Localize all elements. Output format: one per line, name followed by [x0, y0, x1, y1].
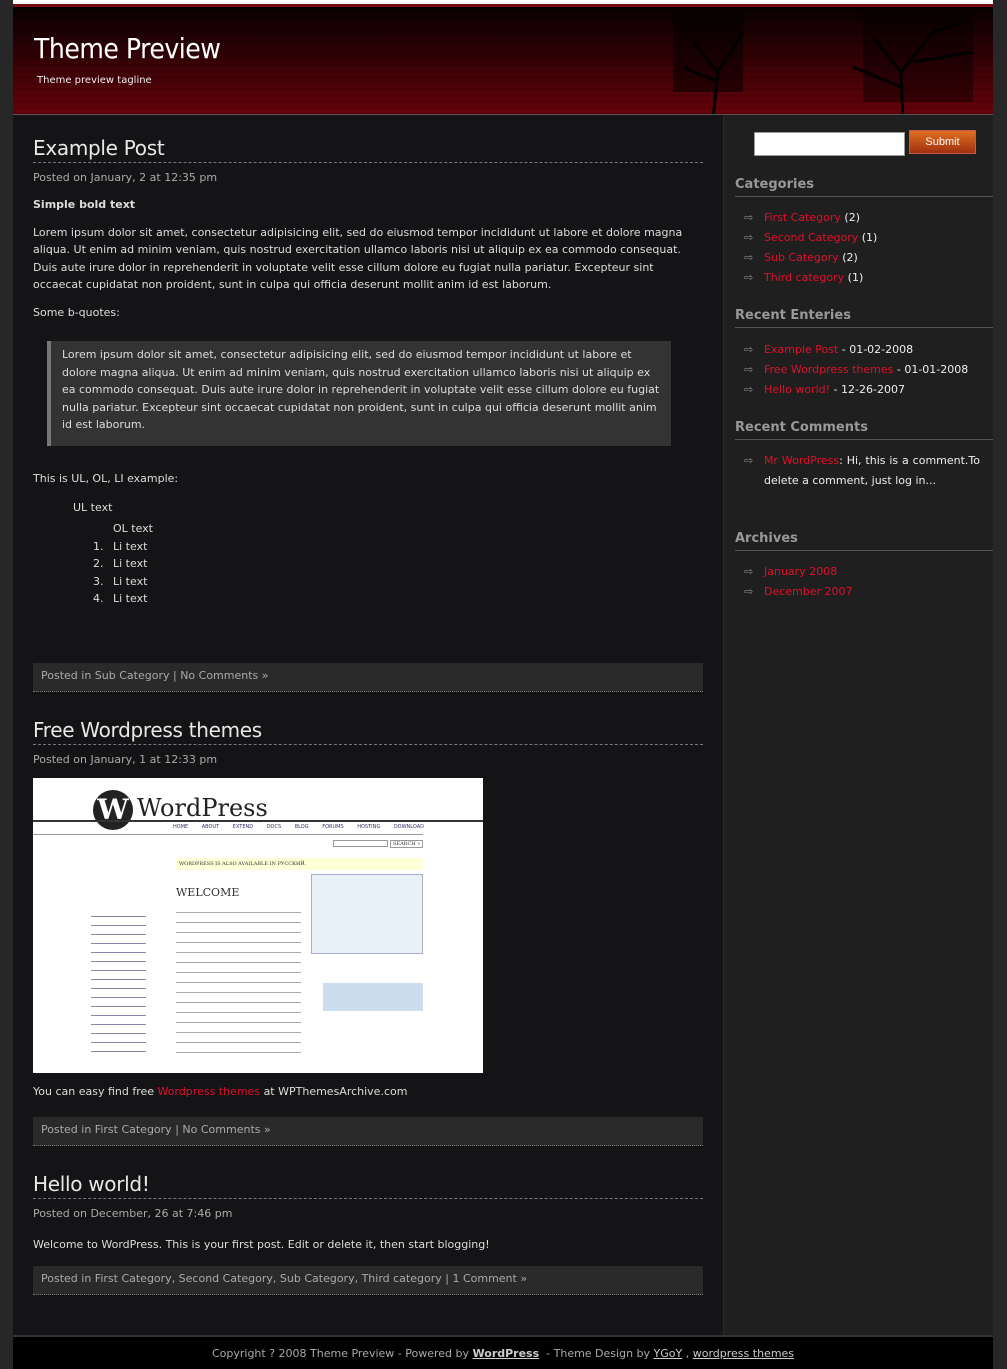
list-item: 1. Li text: [93, 539, 148, 553]
wordpress-screenshot-image: W WordPress HOME ABOUT EXTEND DOCS BLOG …: [33, 778, 483, 1073]
post-date: Posted on January, 2 at 12:35 pm: [33, 171, 218, 184]
post-free-themes: Free Wordpress themes Posted on January,…: [33, 718, 703, 1098]
comments-link[interactable]: No Comments »: [182, 1123, 270, 1136]
wordpress-logo-icon: W: [93, 790, 133, 830]
entry-link[interactable]: Free Wordpress themes: [764, 363, 893, 376]
bquote-intro: Some b-quotes:: [33, 305, 120, 319]
sidebar: Submit Categories First Category (2) Sec…: [723, 114, 993, 1335]
ul-text: UL text: [73, 501, 113, 514]
wordpress-link[interactable]: WordPress: [473, 1347, 540, 1360]
list-item: 4. Li text: [93, 592, 148, 605]
post-hello-world: Hello world! Posted on December, 26 at 7…: [33, 1172, 703, 1251]
ol-text: OL text: [113, 522, 153, 535]
list-item: December 2007: [744, 582, 980, 602]
comment-author-link[interactable]: Mr WordPress: [764, 454, 839, 467]
recent-comments-list: Mr WordPress: Hi, this is a comment.To d…: [744, 451, 980, 491]
post-meta: Posted in Sub Category | No Comments »: [33, 663, 703, 692]
archives-list: January 2008 December 2007: [744, 562, 980, 602]
screenshot-logo: WordPress: [137, 794, 268, 822]
post-paragraph: Lorem ipsum dolor sit amet, consectetur …: [33, 225, 683, 292]
widget-title-archives: Archives: [735, 531, 993, 551]
wordpress-themes-footer-link[interactable]: wordpress themes: [693, 1347, 794, 1360]
post-title[interactable]: Example Post: [33, 136, 703, 163]
category-link[interactable]: First Category: [95, 1123, 172, 1136]
category-link[interactable]: First Category, Second Category, Sub Cat…: [95, 1272, 442, 1285]
site-header: Theme Preview Theme preview tagline: [13, 0, 993, 114]
ygoy-link[interactable]: YGoY: [654, 1347, 683, 1360]
list-item: 3. Li text: [93, 574, 148, 588]
post-meta: Posted in First Category | No Comments »: [33, 1117, 703, 1146]
post-meta: Posted in First Category, Second Categor…: [33, 1266, 703, 1295]
wordpress-themes-link[interactable]: Wordpress themes: [158, 1085, 261, 1098]
screenshot-notice: WORDPRESS IS ALSO AVAILABLE IN РУССКИЙ.: [176, 858, 423, 870]
post-date: Posted on January, 1 at 12:33 pm: [33, 753, 218, 766]
list-item: First Category (2): [744, 208, 980, 228]
list-item: Free Wordpress themes - 01-01-2008: [744, 360, 980, 380]
list-item: Example Post - 01-02-2008: [744, 340, 980, 360]
widget-title-recent: Recent Enteries: [735, 308, 993, 328]
screenshot-welcome: WELCOME: [176, 886, 240, 899]
comments-link[interactable]: 1 Comment »: [452, 1272, 527, 1285]
widget-title-categories: Categories: [735, 177, 993, 197]
widget-title-comments: Recent Comments: [735, 420, 993, 440]
entry-link[interactable]: Hello world!: [764, 383, 830, 396]
post-date: Posted on December, 26 at 7:46 pm: [33, 1207, 233, 1220]
submit-button[interactable]: Submit: [909, 130, 976, 154]
list-item: Third category (1): [744, 268, 980, 288]
comments-link[interactable]: No Comments »: [180, 669, 268, 682]
category-link[interactable]: Sub Category: [764, 251, 839, 264]
post-paragraph: Welcome to WordPress. This is your first…: [33, 1238, 490, 1251]
category-link[interactable]: Third category: [764, 271, 844, 284]
post-paragraph: You can easy find free Wordpress themes …: [33, 1085, 408, 1098]
site-title[interactable]: Theme Preview: [34, 32, 221, 65]
post-title[interactable]: Free Wordpress themes: [33, 718, 703, 745]
footer: Copyright ? 2008 Theme Preview - Powered…: [13, 1335, 993, 1369]
page: Theme Preview Theme preview tagline Exam…: [13, 0, 993, 1369]
list-item: Sub Category (2): [744, 248, 980, 268]
content: Example Post Posted on January, 2 at 12:…: [13, 114, 723, 1335]
recent-entries-list: Example Post - 01-02-2008 Free Wordpress…: [744, 340, 980, 400]
archive-link[interactable]: January 2008: [764, 565, 837, 578]
entry-link[interactable]: Example Post: [764, 343, 838, 356]
blockquote: Lorem ipsum dolor sit amet, consectetur …: [47, 341, 671, 446]
ordered-list: OL text 1. Li text 2. Li text 3. Li text 4.…: [93, 520, 703, 608]
list-item: January 2008: [744, 562, 980, 582]
list-item: Hello world! - 12-26-2007: [744, 380, 980, 400]
site-tagline: Theme preview tagline: [37, 75, 152, 86]
list-item: Mr WordPress: Hi, this is a comment.To d…: [744, 451, 980, 491]
archive-link[interactable]: December 2007: [764, 585, 853, 598]
screenshot-search: SEARCH »: [390, 840, 424, 848]
list-intro: This is UL, OL, LI example:: [33, 471, 179, 485]
list-item: Second Category (1): [744, 228, 980, 248]
post-example: Example Post Posted on January, 2 at 12:…: [33, 136, 703, 608]
categories-list: First Category (2) Second Category (1) S…: [744, 208, 980, 288]
search-input[interactable]: [754, 132, 905, 156]
category-link[interactable]: Second Category: [764, 231, 858, 244]
category-link[interactable]: First Category: [764, 211, 841, 224]
category-link[interactable]: Sub Category: [95, 669, 170, 682]
bold-text: Simple bold text: [33, 198, 136, 211]
list-item: 2. Li text: [93, 557, 148, 570]
tree-silhouette-icon: [673, 12, 974, 114]
header-stripe: [13, 4, 993, 7]
screenshot-nav: HOME ABOUT EXTEND DOCS BLOG FORUMS HOSTI…: [173, 824, 425, 830]
post-title[interactable]: Hello world!: [33, 1172, 703, 1199]
